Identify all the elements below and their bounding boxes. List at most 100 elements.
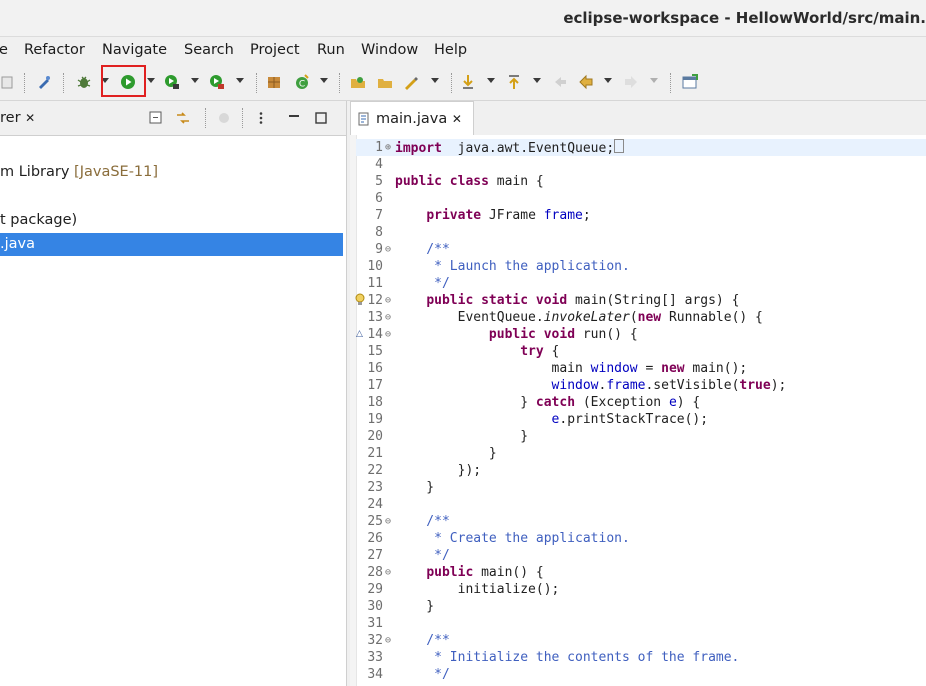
package-explorer-tab-label[interactable]: rer ✕ xyxy=(0,110,35,126)
expand-icon[interactable]: ⊕ xyxy=(385,139,394,156)
menu-search[interactable]: Search xyxy=(184,42,234,58)
new-package-icon[interactable] xyxy=(266,74,282,90)
external-tools-icon[interactable] xyxy=(209,74,225,90)
code-text: } xyxy=(395,446,497,461)
back-icon[interactable] xyxy=(578,74,594,90)
collapse-icon[interactable]: ⊖ xyxy=(385,309,394,326)
code-line[interactable]: 9 ⊖ /** xyxy=(356,241,926,258)
code-line[interactable]: 21 } xyxy=(356,445,926,462)
focus-icon[interactable] xyxy=(217,111,231,125)
menu-help[interactable]: Help xyxy=(434,42,467,58)
collapse-icon[interactable]: ⊖ xyxy=(385,326,394,343)
code-line[interactable]: 30 } xyxy=(356,598,926,615)
code-text: * Initialize the contents of the frame. xyxy=(395,650,740,665)
code-text: } catch (Exception e) { xyxy=(395,395,701,410)
code-line[interactable]: 16 main window = new main(); xyxy=(356,360,926,377)
code-line[interactable]: 28 ⊖ public main() { xyxy=(356,564,926,581)
next-annotation-dropdown-icon[interactable] xyxy=(487,78,495,83)
menu-window[interactable]: Window xyxy=(361,42,418,58)
menu-project[interactable]: Project xyxy=(250,42,300,58)
code-line[interactable]: 19 e.printStackTrace(); xyxy=(356,411,926,428)
close-icon[interactable]: ✕ xyxy=(452,112,462,126)
code-text: */ xyxy=(395,667,450,682)
code-line[interactable]: 15 try { xyxy=(356,343,926,360)
code-line[interactable]: 17 window.frame.setVisible(true); xyxy=(356,377,926,394)
back-dropdown-icon[interactable] xyxy=(604,78,612,83)
collapse-icon[interactable]: ⊖ xyxy=(385,292,394,309)
pen-tool-icon[interactable] xyxy=(36,74,52,90)
new-class-icon[interactable]: C xyxy=(294,74,310,90)
perspective-icon[interactable] xyxy=(682,74,698,90)
collapse-icon[interactable]: ⊖ xyxy=(385,513,394,530)
folded-code-icon[interactable] xyxy=(614,139,625,153)
minimize-icon[interactable] xyxy=(287,111,301,125)
coverage-icon[interactable] xyxy=(164,74,180,90)
menu-run[interactable]: Run xyxy=(317,42,345,58)
tab-main-java[interactable]: main.java ✕ xyxy=(350,101,474,135)
tree-item-default-package[interactable]: t package) xyxy=(0,212,77,228)
collapse-icon[interactable]: ⊖ xyxy=(385,564,394,581)
code-line[interactable]: 7 private JFrame frame; xyxy=(356,207,926,224)
new-class-dropdown-icon[interactable] xyxy=(320,78,328,83)
line-number: 26 xyxy=(367,531,383,546)
menu-navigate[interactable]: Navigate xyxy=(102,42,167,58)
run-dropdown-icon[interactable] xyxy=(147,78,155,83)
code-line[interactable]: 14 ⊖ public void run() { xyxy=(356,326,926,343)
code-line[interactable]: 5 public class main { xyxy=(356,173,926,190)
previous-annotation-dropdown-icon[interactable] xyxy=(533,78,541,83)
maximize-icon[interactable] xyxy=(314,111,328,125)
toolbar-separator xyxy=(24,73,25,93)
code-line[interactable]: 8 xyxy=(356,224,926,241)
code-line[interactable]: 10 * Launch the application. xyxy=(356,258,926,275)
line-number: 8 xyxy=(375,225,383,240)
code-line[interactable]: 22 }); xyxy=(356,462,926,479)
toolbar-separator xyxy=(670,73,671,93)
line-number: 24 xyxy=(367,497,383,512)
pen-dropdown-icon[interactable] xyxy=(431,78,439,83)
save-all-icon[interactable] xyxy=(0,74,16,90)
code-line[interactable]: 24 xyxy=(356,496,926,513)
menu-refactor[interactable]: Refactor xyxy=(24,42,85,58)
menu-file-partial[interactable]: e xyxy=(0,42,8,58)
code-line[interactable]: 25 ⊖ /** xyxy=(356,513,926,530)
code-line[interactable]: 20 } xyxy=(356,428,926,445)
code-line[interactable]: 26 * Create the application. xyxy=(356,530,926,547)
forward-icon[interactable] xyxy=(623,74,639,90)
forward-dropdown-icon[interactable] xyxy=(650,78,658,83)
view-menu-icon[interactable] xyxy=(254,111,268,125)
close-icon[interactable]: ✕ xyxy=(25,111,35,125)
external-tools-dropdown-icon[interactable] xyxy=(236,78,244,83)
toolbar-separator xyxy=(339,73,340,93)
next-annotation-icon[interactable] xyxy=(460,74,476,90)
open-folder-icon[interactable] xyxy=(377,74,393,90)
java-file-icon xyxy=(358,112,369,126)
link-with-editor-icon[interactable] xyxy=(176,111,190,125)
pen-icon[interactable] xyxy=(403,74,419,90)
code-line[interactable]: 32 ⊖ /** xyxy=(356,632,926,649)
last-edit-icon[interactable] xyxy=(552,74,568,90)
code-line[interactable]: 23 } xyxy=(356,479,926,496)
debug-icon[interactable] xyxy=(76,74,92,90)
open-type-icon[interactable] xyxy=(350,74,366,90)
code-line[interactable]: 34 */ xyxy=(356,666,926,683)
coverage-dropdown-icon[interactable] xyxy=(191,78,199,83)
code-line[interactable]: 6 xyxy=(356,190,926,207)
code-line[interactable]: 33 * Initialize the contents of the fram… xyxy=(356,649,926,666)
collapse-icon[interactable]: ⊖ xyxy=(385,241,394,258)
collapse-icon[interactable]: ⊖ xyxy=(385,632,394,649)
tree-item-main-java[interactable]: .java xyxy=(0,236,35,252)
line-number: 30 xyxy=(367,599,383,614)
code-line[interactable]: 27 */ xyxy=(356,547,926,564)
collapse-all-icon[interactable] xyxy=(149,111,163,125)
code-line[interactable]: 4 xyxy=(356,156,926,173)
line-number: 23 xyxy=(367,480,383,495)
code-line[interactable]: 13 ⊖ EventQueue.invokeLater(new Runnable(… xyxy=(356,309,926,326)
code-line[interactable]: 1 ⊕ import java.awt.EventQueue; xyxy=(356,139,926,156)
previous-annotation-icon[interactable] xyxy=(506,74,522,90)
code-line[interactable]: 29 initialize(); xyxy=(356,581,926,598)
tree-item-system-library[interactable]: m Library [JavaSE-11] xyxy=(0,164,158,180)
code-line[interactable]: 12 ⊖ public static void main(String[] arg… xyxy=(356,292,926,309)
code-line[interactable]: 11 */ xyxy=(356,275,926,292)
code-line[interactable]: 31 xyxy=(356,615,926,632)
code-line[interactable]: 18 } catch (Exception e) { xyxy=(356,394,926,411)
